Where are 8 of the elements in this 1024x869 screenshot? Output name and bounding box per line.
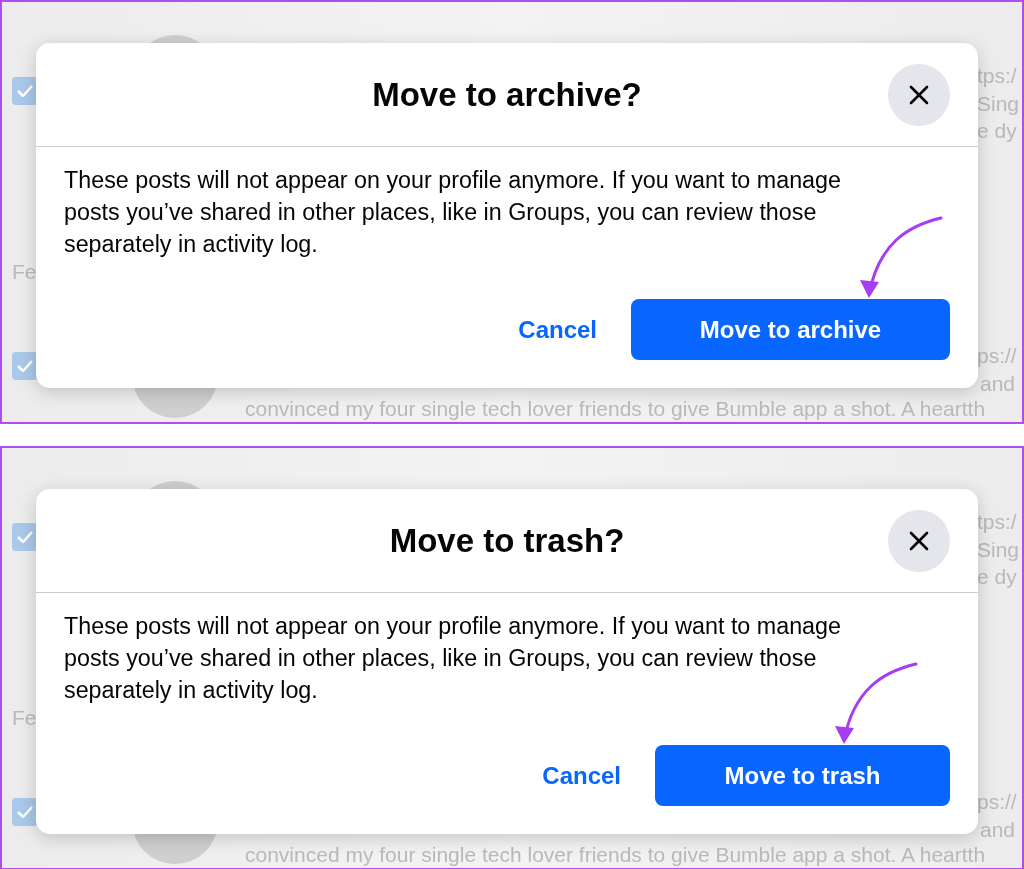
confirm-button[interactable]: Move to trash — [655, 745, 950, 806]
confirm-button[interactable]: Move to archive — [631, 299, 950, 360]
cancel-button[interactable]: Cancel — [542, 753, 621, 798]
dialog-message: These posts will not appear on your profile anymore. If you want to manage posts you’ve shared in other places, like in Groups, you can review those separately in activity log. — [63, 612, 842, 705]
cancel-button[interactable]: Cancel — [518, 307, 597, 352]
dialog-message: These posts will not appear on your profile anymore. If you want to manage posts you’ve shared in other places, like in Groups, you can review those separately in activity log. — [63, 166, 842, 259]
dialog-title: Move to archive? — [372, 75, 642, 114]
dialog-title: Move to trash? — [389, 521, 625, 560]
